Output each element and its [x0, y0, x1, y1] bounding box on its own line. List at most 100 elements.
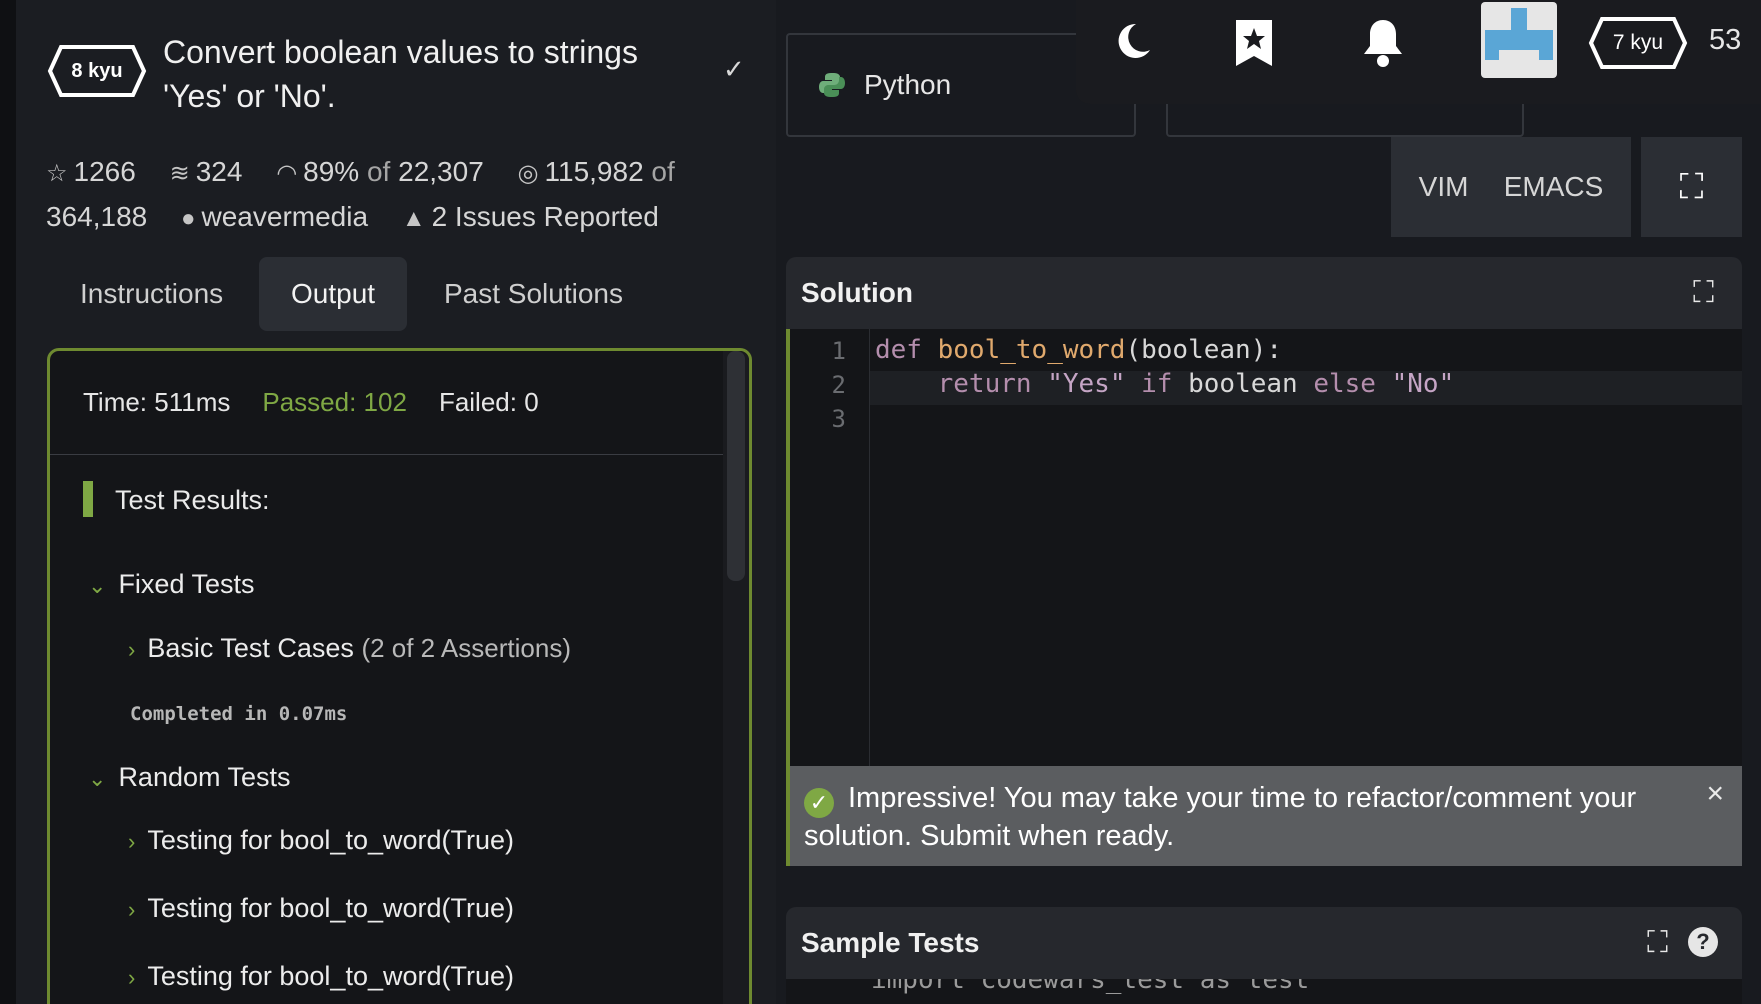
string-yes: "Yes" [1047, 369, 1126, 399]
expand-icon[interactable]: ⛶ [1693, 257, 1714, 329]
tab-instructions[interactable]: Instructions [48, 257, 255, 331]
issues-link[interactable]: 2 Issues Reported [432, 201, 659, 232]
variable-boolean: boolean [1188, 369, 1298, 399]
random-test-label: Testing for bool_to_word(True) [147, 825, 515, 855]
kata-rank-badge: 8 kyu [47, 44, 147, 98]
satisfaction-rating: 89% [303, 156, 360, 187]
completed-time: Completed in 0.07ms [130, 703, 348, 725]
editor-mode-bar: VIM EMACS [1391, 137, 1631, 237]
sample-code-line: import codewars_test as test [871, 979, 1310, 995]
success-toast: ✓ Impressive! You may take your time to r… [786, 766, 1742, 866]
moon-icon[interactable] [1114, 20, 1154, 72]
chevron-right-icon: › [128, 965, 136, 990]
emacs-mode-button[interactable]: EMACS [1504, 171, 1604, 203]
random-test-item[interactable]: › Testing for bool_to_word(True) [128, 825, 514, 856]
warning-icon: ▲ [401, 205, 426, 232]
kata-title-line1: Convert boolean values to strings [163, 34, 638, 70]
keyword-if: if [1141, 369, 1173, 399]
keyword-else: else [1313, 369, 1376, 399]
chevron-down-icon: ⌄ [88, 573, 107, 598]
sample-tests-header: Sample Tests ⛶ ? [786, 907, 1742, 979]
author-stat[interactable]: ● weavermedia [181, 195, 368, 240]
time-label: Time: 511ms [83, 387, 231, 417]
tab-past-solutions[interactable]: Past Solutions [412, 257, 655, 331]
kata-title-line2: 'Yes' or 'No'. [163, 78, 336, 114]
target-icon: ◎ [517, 160, 539, 187]
user-rank-badge[interactable]: 7 kyu [1588, 16, 1688, 70]
chevron-down-icon: ⌄ [88, 766, 107, 791]
gauge-icon: ◠ [276, 160, 298, 187]
passed-label: Passed: 102 [262, 387, 407, 417]
fixed-tests-group[interactable]: ⌄ Fixed Tests [88, 569, 255, 600]
python-icon [819, 73, 845, 97]
completed-count: 115,982 [544, 156, 644, 187]
tab-output[interactable]: Output [259, 257, 408, 331]
basic-cases-label: Basic Test Cases [147, 633, 354, 663]
language-label: Python [864, 69, 952, 100]
random-tests-group[interactable]: ⌄ Random Tests [88, 762, 291, 793]
bookmark-star-icon[interactable] [1234, 18, 1274, 78]
avatar[interactable] [1481, 2, 1557, 78]
line-number: 1 [831, 337, 846, 365]
honor-count: 53 [1709, 24, 1742, 56]
basic-test-cases-item[interactable]: › Basic Test Cases (2 of 2 Assertions) [128, 633, 571, 664]
test-summary: Time: 511ms Passed: 102 Failed: 0 [50, 351, 749, 455]
toast-message: Impressive! You may take your time to re… [804, 782, 1637, 852]
output-scrollbar[interactable] [727, 351, 745, 581]
fullscreen-button[interactable]: ⛶ [1641, 137, 1742, 237]
string-no: "No" [1391, 369, 1455, 399]
issues-stat[interactable]: ▲ 2 Issues Reported [402, 195, 659, 240]
author-link[interactable]: weavermedia [202, 201, 369, 232]
collections-count: 324 [195, 156, 243, 187]
random-test-label: Testing for bool_to_word(True) [147, 893, 515, 923]
solution-title: Solution [801, 277, 913, 308]
chevron-right-icon: › [128, 637, 136, 662]
stars-stat[interactable]: ☆ 1266 [46, 150, 136, 195]
random-test-item[interactable]: › Testing for bool_to_word(True) [128, 893, 514, 924]
of-label: of [366, 156, 391, 187]
left-edge-strip [0, 0, 16, 1004]
solution-header: Solution ⛶ [786, 257, 1742, 329]
completions-stat: ◎ 115,982 of [518, 150, 675, 195]
random-tests-label: Random Tests [118, 762, 291, 792]
expand-icon: ⛶ [1679, 167, 1704, 206]
expand-icon[interactable]: ⛶ [1647, 907, 1668, 979]
layers-icon: ≋ [169, 160, 190, 187]
vim-mode-button[interactable]: VIM [1419, 171, 1469, 203]
user-icon: ● [181, 205, 196, 232]
bell-icon[interactable] [1361, 18, 1405, 78]
function-params: (boolean): [1125, 335, 1283, 365]
user-rank-label: 7 kyu [1612, 31, 1664, 54]
close-icon[interactable]: × [1706, 776, 1724, 812]
check-circle-icon: ✓ [804, 788, 834, 818]
function-name: bool_to_word [937, 335, 1126, 365]
keyword-return: return [937, 369, 1032, 399]
fixed-tests-label: Fixed Tests [118, 569, 255, 599]
code-line-2: return "Yes" if boolean else "No" [875, 369, 1455, 399]
sample-tests-title: Sample Tests [801, 927, 980, 958]
votes-count: 22,307 [398, 156, 484, 187]
keyword-def: def [875, 335, 922, 365]
output-pane: Time: 511ms Passed: 102 Failed: 0 Test R… [47, 348, 752, 1004]
code-line-1: def bool_to_word(boolean): [875, 335, 1282, 365]
random-test-label: Testing for bool_to_word(True) [147, 961, 515, 991]
check-icon[interactable]: ✓ [723, 54, 745, 85]
star-icon: ☆ [46, 160, 68, 187]
random-test-item[interactable]: › Testing for bool_to_word(True) [128, 961, 514, 992]
collections-stat[interactable]: ≋ 324 [170, 150, 243, 195]
satisfaction-stat: ◠ 89% of 22,307 [276, 150, 484, 195]
line-number: 2 [831, 371, 846, 399]
help-icon[interactable]: ? [1688, 927, 1718, 957]
line-number: 3 [831, 405, 846, 433]
assertion-count: (2 of 2 Assertions) [361, 633, 571, 663]
stars-count: 1266 [73, 156, 136, 187]
total-attempts: 364,188 [46, 201, 148, 232]
test-results-title: Test Results: [83, 481, 270, 517]
chevron-right-icon: › [128, 829, 136, 854]
kata-title: Convert boolean values to strings 'Yes' … [163, 30, 723, 118]
completed-of-label: of [651, 156, 675, 187]
kata-rank-label: 8 kyu [71, 59, 123, 82]
chevron-right-icon: › [128, 897, 136, 922]
failed-label: Failed: 0 [438, 387, 539, 417]
sample-tests-editor[interactable]: import codewars_test as test [786, 979, 1742, 1004]
